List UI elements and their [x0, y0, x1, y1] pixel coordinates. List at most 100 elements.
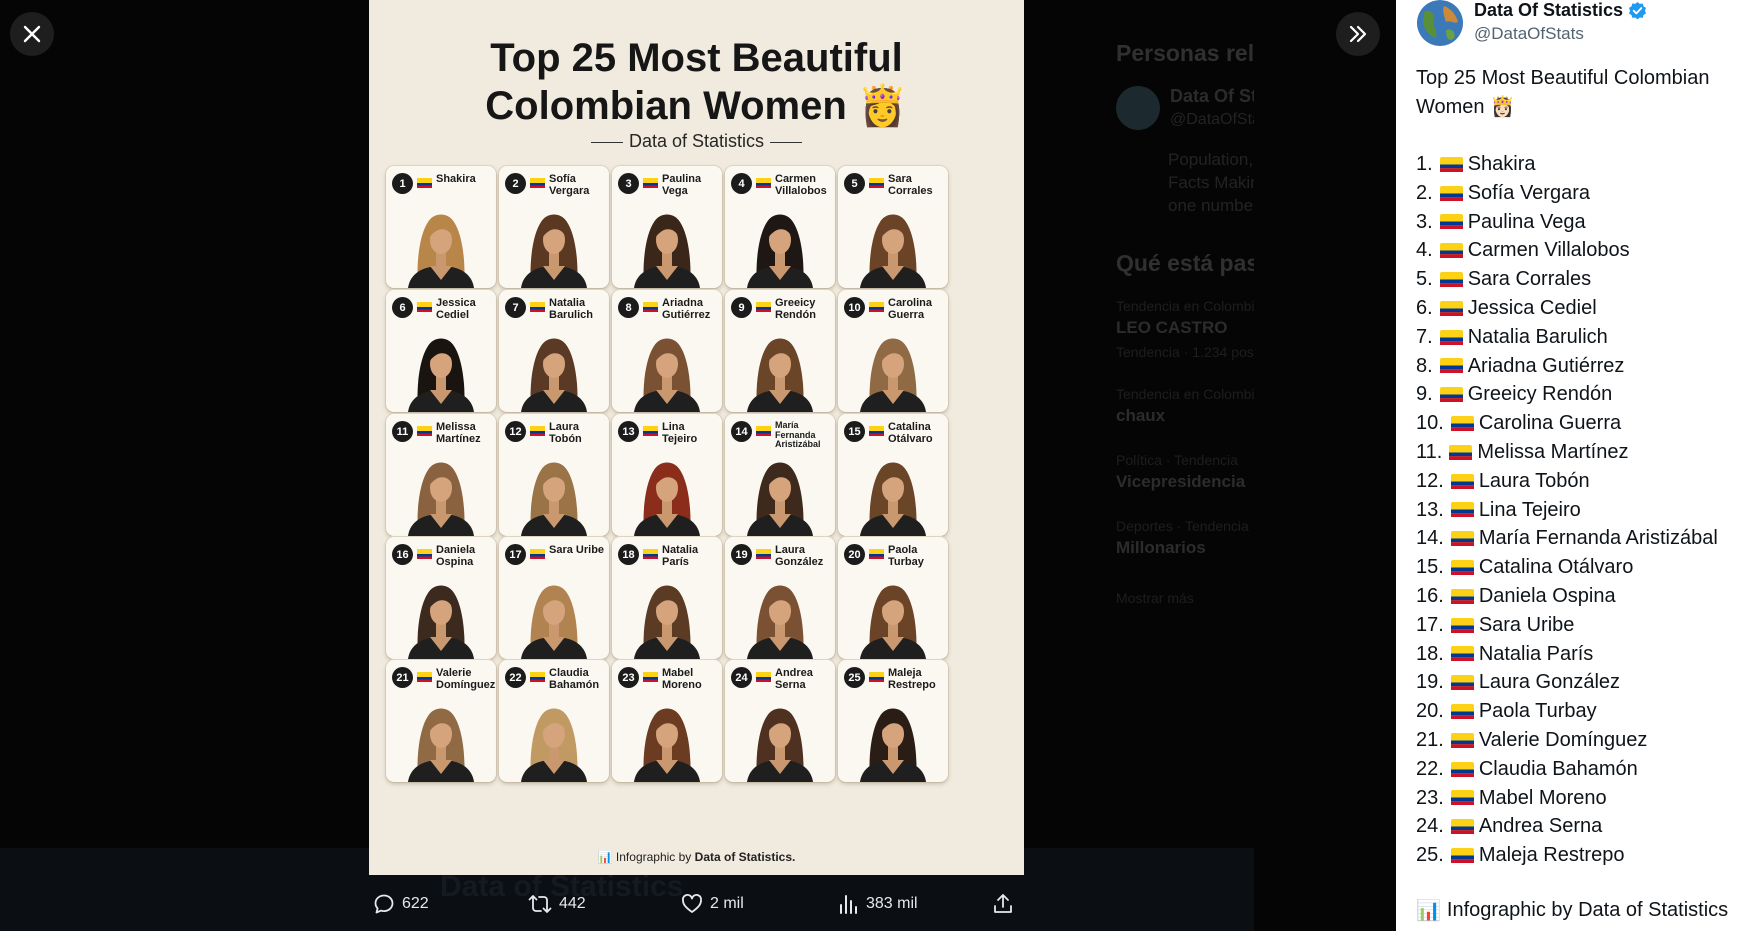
- card-name: Maleja Restrepo: [888, 667, 936, 691]
- rank-name: Sara Uribe: [1478, 613, 1575, 636]
- rank-name: Mabel Moreno: [1478, 786, 1607, 809]
- rank-number: 23.: [1416, 786, 1444, 809]
- like-button[interactable]: 2 mil: [680, 890, 744, 918]
- colombia-flag-icon: [869, 672, 884, 682]
- portrait-card: 21 Valerie Domínguez: [386, 660, 496, 782]
- ranking-list-item: 1. Shakira: [1416, 150, 1746, 179]
- portrait-illustration: [747, 708, 813, 782]
- rank-number: 22.: [1416, 757, 1444, 780]
- close-button[interactable]: [10, 12, 54, 56]
- ranking-list-item: 18. Natalia París: [1416, 640, 1746, 669]
- portrait-illustration: [521, 585, 587, 659]
- rank-badge: 5: [844, 173, 865, 194]
- rank-name: Andrea Serna: [1478, 815, 1603, 838]
- card-name: Sara Uribe: [549, 544, 605, 556]
- card-name: Claudia Bahamón: [549, 667, 600, 691]
- rank-name: Greeicy Rendón: [1467, 383, 1613, 406]
- portrait-card: 17 Sara Uribe: [499, 537, 609, 659]
- portrait-card: 5 Sara Corrales: [838, 166, 948, 288]
- rank-number: 2.: [1416, 181, 1433, 204]
- ranking-list-item: 23. Mabel Moreno: [1416, 784, 1746, 813]
- rank-badge: 18: [618, 544, 639, 565]
- rank-badge: 14: [731, 421, 752, 442]
- portrait-card: 24 Andrea Serna: [725, 660, 835, 782]
- portrait-card: 25 Maleja Restrepo: [838, 660, 948, 782]
- share-button[interactable]: [991, 890, 1015, 918]
- repost-icon: [528, 895, 552, 913]
- colombia-flag-icon: [417, 672, 432, 682]
- rank-name: Valerie Domínguez: [1478, 728, 1648, 751]
- colombia-flag-icon: [1439, 300, 1463, 316]
- close-icon: [23, 25, 41, 43]
- rank-number: 3.: [1416, 210, 1433, 233]
- bg-user-card: Data Of Statistics @DataOfStats: [1116, 86, 1254, 130]
- portrait-card: 7 Natalia Barulich: [499, 290, 609, 412]
- expand-panel-button[interactable]: [1336, 12, 1380, 56]
- colombia-flag-icon: [643, 178, 658, 188]
- portrait-card: 11 Melissa Martínez: [386, 414, 496, 536]
- rank-name: Paola Turbay: [1478, 700, 1597, 723]
- rank-badge: 1: [392, 173, 413, 194]
- colombia-flag-icon: [1450, 819, 1474, 835]
- rank-name: Shakira: [1467, 153, 1536, 175]
- portrait-card: 8 Ariadna Gutiérrez: [612, 290, 722, 412]
- portrait-illustration: [747, 338, 813, 412]
- rank-number: 1.: [1416, 153, 1433, 175]
- rank-badge: 19: [731, 544, 752, 565]
- rank-name: Natalia Barulich: [1467, 325, 1608, 348]
- ranking-list-item: 3. Paulina Vega: [1416, 208, 1746, 237]
- infographic-subtitle: Data of Statistics: [369, 131, 1024, 152]
- card-name: Laura González: [775, 544, 824, 568]
- rank-name: Ariadna Gutiérrez: [1467, 354, 1625, 377]
- rank-badge: 22: [505, 667, 526, 688]
- repost-button[interactable]: 442: [527, 890, 586, 918]
- post-text: Top 25 Most Beautiful Colombian Women 👸🏻: [1416, 67, 1710, 118]
- colombia-flag-icon: [1450, 531, 1474, 547]
- portrait-card: 23 Mabel Moreno: [612, 660, 722, 782]
- colombia-flag-icon: [643, 302, 658, 312]
- colombia-flag-icon: [417, 426, 432, 436]
- author-handle[interactable]: @DataOfStats: [1474, 24, 1584, 44]
- portrait-illustration: [408, 338, 474, 412]
- ranking-list-item: 22. Claudia Bahamón: [1416, 755, 1746, 784]
- ranking-list-item: 13. Lina Tejeiro: [1416, 496, 1746, 525]
- colombia-flag-icon: [869, 178, 884, 188]
- colombia-flag-icon: [1439, 214, 1463, 230]
- author-avatar[interactable]: [1416, 0, 1464, 46]
- colombia-flag-icon: [1450, 646, 1474, 662]
- portrait-illustration: [408, 214, 474, 288]
- portrait-illustration: [408, 585, 474, 659]
- ranking-list-item: 10. Carolina Guerra: [1416, 409, 1746, 438]
- ranking-list-item: 14. María Fernanda Aristizábal: [1416, 524, 1746, 553]
- rank-number: 4.: [1416, 239, 1433, 262]
- colombia-flag-icon: [756, 549, 771, 559]
- ranking-list-item: 5. Sara Corrales: [1416, 265, 1746, 294]
- author-name[interactable]: Data Of Statistics: [1474, 0, 1647, 21]
- infographic-image[interactable]: Top 25 Most Beautiful Colombian Women 👸 …: [369, 0, 1024, 875]
- rank-name: Natalia París: [1478, 642, 1594, 665]
- card-name: Andrea Serna: [775, 667, 813, 691]
- rank-badge: 17: [505, 544, 526, 565]
- views-button[interactable]: 383 mil: [838, 890, 918, 918]
- double-chevron-right-icon: [1349, 25, 1367, 43]
- portrait-card: 10 Carolina Guerra: [838, 290, 948, 412]
- post-action-bar: 622 442 2 mil 383 mil: [369, 890, 1024, 918]
- colombia-flag-icon: [1439, 272, 1463, 288]
- rank-number: 25.: [1416, 844, 1444, 867]
- rank-badge: 7: [505, 297, 526, 318]
- colombia-flag-icon: [869, 302, 884, 312]
- colombia-flag-icon: [1439, 358, 1463, 374]
- portrait-illustration: [634, 338, 700, 412]
- portrait-illustration: [634, 708, 700, 782]
- ranking-list-item: 12. Laura Tobón: [1416, 467, 1746, 496]
- ranking-list-item: 7. Natalia Barulich: [1416, 323, 1746, 352]
- card-name: Daniela Ospina: [436, 544, 476, 568]
- rank-number: 7.: [1416, 325, 1433, 348]
- reply-button[interactable]: 622: [372, 890, 429, 918]
- background-page: Personas relevantes Data Of Statistics @…: [1090, 0, 1254, 931]
- share-icon: [994, 894, 1012, 913]
- portrait-illustration: [634, 585, 700, 659]
- card-name: Paola Turbay: [888, 544, 924, 568]
- card-name: Natalia París: [662, 544, 699, 568]
- portrait-illustration: [634, 214, 700, 288]
